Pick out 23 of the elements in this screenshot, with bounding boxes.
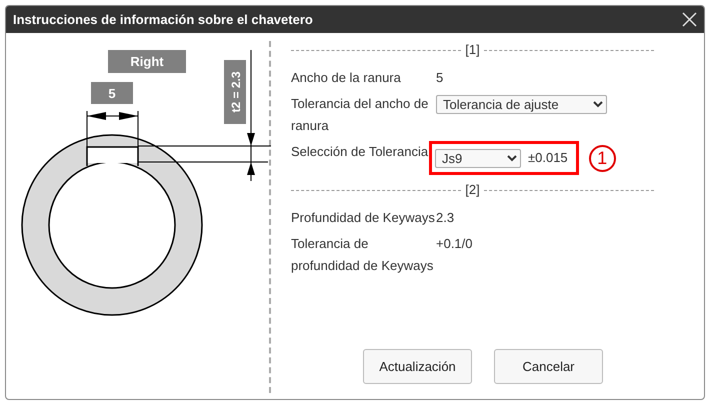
tolerance-select[interactable]: Js9 (435, 148, 521, 168)
dialog-button[interactable]: Actualización (363, 349, 472, 384)
field-value: 2.3 (436, 209, 454, 227)
tolerance-select[interactable]: Tolerancia de ajuste (436, 94, 607, 114)
field-label: Selección de Tolerancia (291, 143, 430, 161)
close-icon[interactable] (682, 12, 697, 27)
tolerance-reading: ±0.015 (528, 149, 568, 167)
callout-number: 1 (588, 144, 616, 172)
section-header: [1] (465, 41, 480, 60)
depth-label-background (224, 60, 246, 124)
window-title: Instrucciones de información sobre el chavetero (13, 10, 313, 29)
dialog-button[interactable]: Cancelar (494, 349, 603, 384)
field-label: Ancho de la ranura (291, 69, 402, 87)
position-label: Right (130, 54, 164, 69)
width-label-background (91, 82, 133, 104)
field-label: Profundidad de Keyways (291, 209, 436, 227)
width-label: 5 (108, 86, 116, 101)
section-header: [2] (465, 181, 480, 200)
field-value: +0.1/0 (436, 235, 473, 253)
depth-label: t2 = 2.3 (229, 71, 243, 113)
field-value: 5 (436, 69, 444, 87)
field-label: Tolerancia del ancho de ranura (291, 95, 430, 135)
field-label: Tolerancia de profundidad de Keyways (291, 235, 434, 275)
